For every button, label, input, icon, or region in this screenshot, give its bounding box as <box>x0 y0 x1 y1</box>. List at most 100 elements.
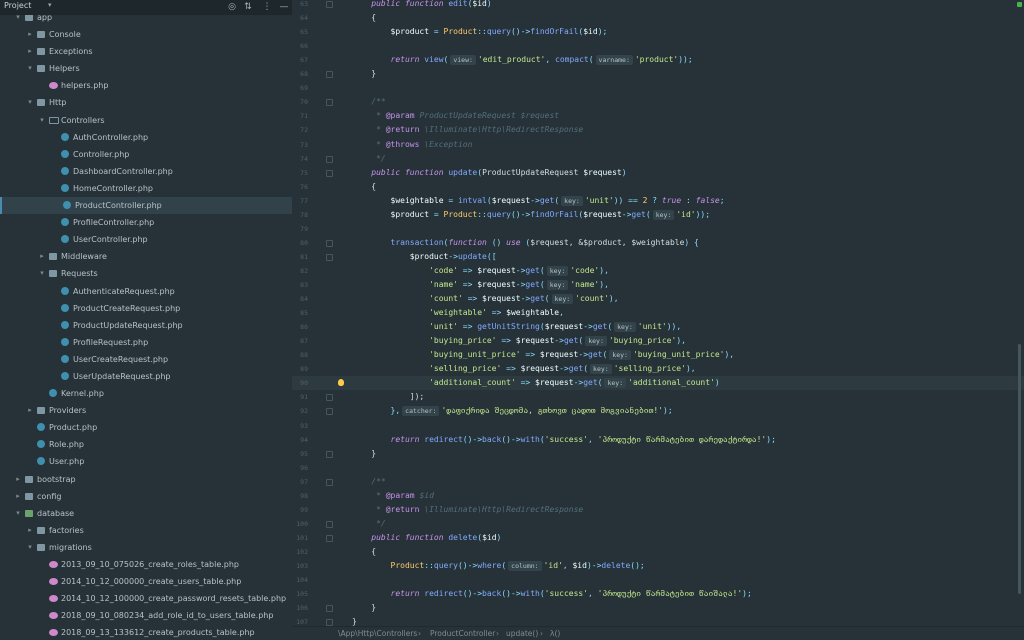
code-line[interactable]: 82 'code' => $request->get(key:'code'), <box>292 264 1024 278</box>
code-line[interactable]: 106 } <box>292 601 1024 615</box>
editor-scrollbar[interactable] <box>1018 344 1021 594</box>
chevron-right-icon[interactable]: ▸ <box>26 402 34 419</box>
code-line[interactable]: 91 ]); <box>292 390 1024 404</box>
code-line[interactable]: 78 $product = Product::query()->findOrFa… <box>292 208 1024 222</box>
tree-item[interactable]: ▸ factories <box>0 522 292 539</box>
fold-icon[interactable] <box>326 450 333 458</box>
tree-item[interactable]: ▸ Exceptions <box>0 43 292 60</box>
tree-item[interactable]: ▾ Requests <box>0 265 292 282</box>
fold-icon[interactable] <box>326 155 333 163</box>
tree-item[interactable]: Role.php <box>0 436 292 453</box>
tree-item[interactable]: DashboardController.php <box>0 163 292 180</box>
code-line[interactable]: 64 { <box>292 11 1024 25</box>
minimize-icon[interactable]: — <box>278 0 290 14</box>
inspection-ok-icon[interactable] <box>1017 2 1022 7</box>
code-line[interactable]: 90 'additional_count' => $request->get(k… <box>292 376 1024 391</box>
fold-icon[interactable] <box>326 619 333 626</box>
tree-item[interactable]: ▾ Http <box>0 94 292 111</box>
chevron-down-icon[interactable]: ▾ <box>26 60 34 77</box>
code-line[interactable]: 89 'selling_price' => $request->get(key:… <box>292 362 1024 376</box>
code-line[interactable]: 93 <box>292 419 1024 433</box>
more-icon[interactable]: ⋮ <box>261 0 273 14</box>
code-line[interactable]: 69 <box>292 81 1024 95</box>
code-line[interactable]: 92 }, catcher:'დაფიქრიდა შეცდომა, გთხოვთ … <box>292 404 1024 418</box>
code-line[interactable]: 105 return redirect()->back()->with('suc… <box>292 587 1024 601</box>
code-line[interactable]: 102 { <box>292 545 1024 559</box>
chevron-right-icon[interactable]: ▸ <box>38 248 46 265</box>
tree-item[interactable]: ProductController.php <box>0 197 292 215</box>
tree-item[interactable]: UserCreateRequest.php <box>0 351 292 368</box>
tree-item[interactable]: AuthenticateRequest.php <box>0 283 292 300</box>
code-line[interactable]: 67 return view(view:'edit_product', comp… <box>292 53 1024 67</box>
breadcrumb-closure[interactable]: λ() <box>550 627 560 640</box>
breadcrumb-class[interactable]: ProductController <box>430 627 495 640</box>
tree-item[interactable]: ▾ database <box>0 505 292 522</box>
fold-icon[interactable] <box>326 408 333 416</box>
tree-item[interactable]: ▾ migrations <box>0 539 292 556</box>
tree-item[interactable]: Controller.php <box>0 146 292 163</box>
tree-item[interactable]: User.php <box>0 453 292 470</box>
tree-item[interactable]: UserUpdateRequest.php <box>0 368 292 385</box>
code-editor[interactable]: 63 public function edit($id) 64 {65 $prod… <box>292 0 1024 626</box>
code-line[interactable]: 104 <box>292 573 1024 587</box>
fold-icon[interactable] <box>326 478 333 486</box>
code-line[interactable]: 81 $product->update([ <box>292 250 1024 264</box>
code-line[interactable]: 96 <box>292 461 1024 475</box>
tree-item[interactable]: ProductUpdateRequest.php <box>0 317 292 334</box>
code-line[interactable]: 107} <box>292 615 1024 626</box>
breadcrumb-method[interactable]: update() <box>506 627 538 640</box>
code-line[interactable]: 63 public function edit($id) <box>292 0 1024 11</box>
tree-item[interactable]: Kernel.php <box>0 385 292 402</box>
tree-item[interactable]: AuthController.php <box>0 129 292 146</box>
chevron-down-icon[interactable]: ▾ <box>38 265 46 282</box>
code-line[interactable]: 103 Product::query()->where(column:'id',… <box>292 559 1024 573</box>
fold-icon[interactable] <box>326 1 333 8</box>
code-line[interactable]: 76 { <box>292 180 1024 194</box>
code-line[interactable]: 75 public function update(ProductUpdateR… <box>292 166 1024 180</box>
code-line[interactable]: 83 'name' => $request->get(key:'name'), <box>292 278 1024 292</box>
breadcrumb-namespace[interactable]: \App\Http\Controllers <box>338 627 417 640</box>
target-icon[interactable]: ◎ <box>226 0 238 14</box>
tree-item[interactable]: 2014_10_12_100000_create_password_resets… <box>0 590 292 607</box>
tree-item[interactable]: ▾ Helpers <box>0 60 292 77</box>
code-line[interactable]: 74 */ <box>292 152 1024 166</box>
tree-item[interactable]: ▸ Middleware <box>0 248 292 265</box>
code-line[interactable]: 80 transaction(function () use ($request… <box>292 236 1024 250</box>
chevron-down-icon[interactable]: ▾ <box>38 112 46 129</box>
fold-icon[interactable] <box>326 253 333 261</box>
lightbulb-icon[interactable] <box>338 379 344 387</box>
code-line[interactable]: 65 $product = Product::query()->findOrFa… <box>292 25 1024 39</box>
tree-item[interactable]: UserController.php <box>0 231 292 248</box>
chevron-right-icon[interactable]: ▸ <box>26 522 34 539</box>
code-line[interactable]: 98 * @param $id <box>292 489 1024 503</box>
tree-item[interactable]: ▾ Controllers <box>0 112 292 129</box>
tree-item[interactable]: ▸ bootstrap <box>0 471 292 488</box>
tree-item[interactable]: 2013_09_10_075026_create_roles_table.php <box>0 556 292 573</box>
code-line[interactable]: 101 public function delete($id) <box>292 531 1024 545</box>
tree-item[interactable]: ProfileController.php <box>0 214 292 231</box>
tree-item[interactable]: ▸ Console <box>0 26 292 43</box>
fold-icon[interactable] <box>326 239 333 247</box>
fold-icon[interactable] <box>326 99 333 107</box>
code-line[interactable]: 79 <box>292 222 1024 236</box>
tree-item[interactable]: ▸ Providers <box>0 402 292 419</box>
tree-item[interactable]: HomeController.php <box>0 180 292 197</box>
fold-icon[interactable] <box>326 520 333 528</box>
code-line[interactable]: 95 } <box>292 447 1024 461</box>
fold-icon[interactable] <box>326 605 333 613</box>
code-line[interactable]: 99 * @return \Illuminate\Http\RedirectRe… <box>292 503 1024 517</box>
fold-icon[interactable] <box>326 169 333 177</box>
chevron-right-icon[interactable]: ▸ <box>14 471 22 488</box>
code-line[interactable]: 85 'weightable' => $weightable, <box>292 306 1024 320</box>
tree-item[interactable]: helpers.php <box>0 77 292 94</box>
chevron-down-icon[interactable]: ▾ <box>14 505 22 522</box>
tree-item[interactable]: ▸ config <box>0 488 292 505</box>
tree-item[interactable]: ProductCreateRequest.php <box>0 300 292 317</box>
chevron-down-icon[interactable]: ▾ <box>48 1 52 9</box>
tree-item[interactable]: Product.php <box>0 419 292 436</box>
fold-icon[interactable] <box>326 71 333 79</box>
code-line[interactable]: 66 <box>292 39 1024 53</box>
code-line[interactable]: 84 'count' => $request->get(key:'count')… <box>292 292 1024 306</box>
tree-item[interactable]: 2018_09_10_080234_add_role_id_to_users_t… <box>0 607 292 624</box>
code-line[interactable]: 73 * @throws \Exception <box>292 138 1024 152</box>
